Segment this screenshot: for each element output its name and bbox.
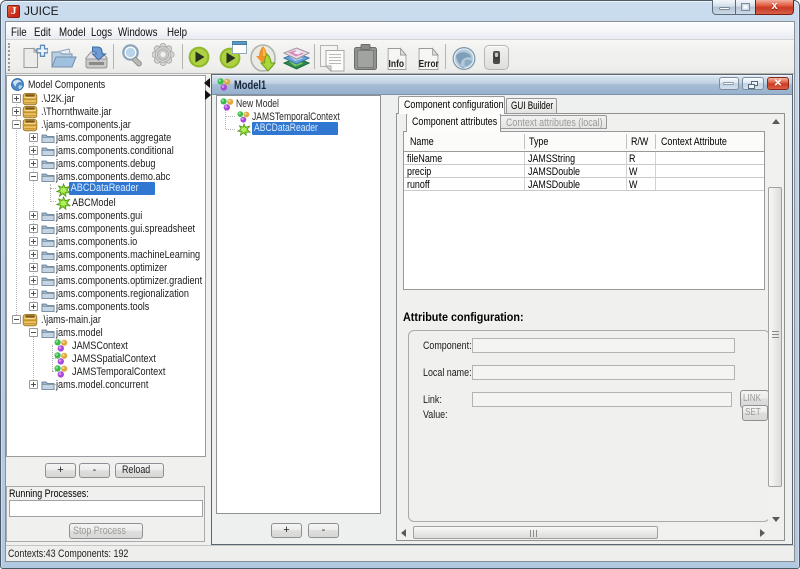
svg-text:Error: Error: [419, 58, 439, 69]
svg-text:Info: Info: [389, 58, 405, 69]
